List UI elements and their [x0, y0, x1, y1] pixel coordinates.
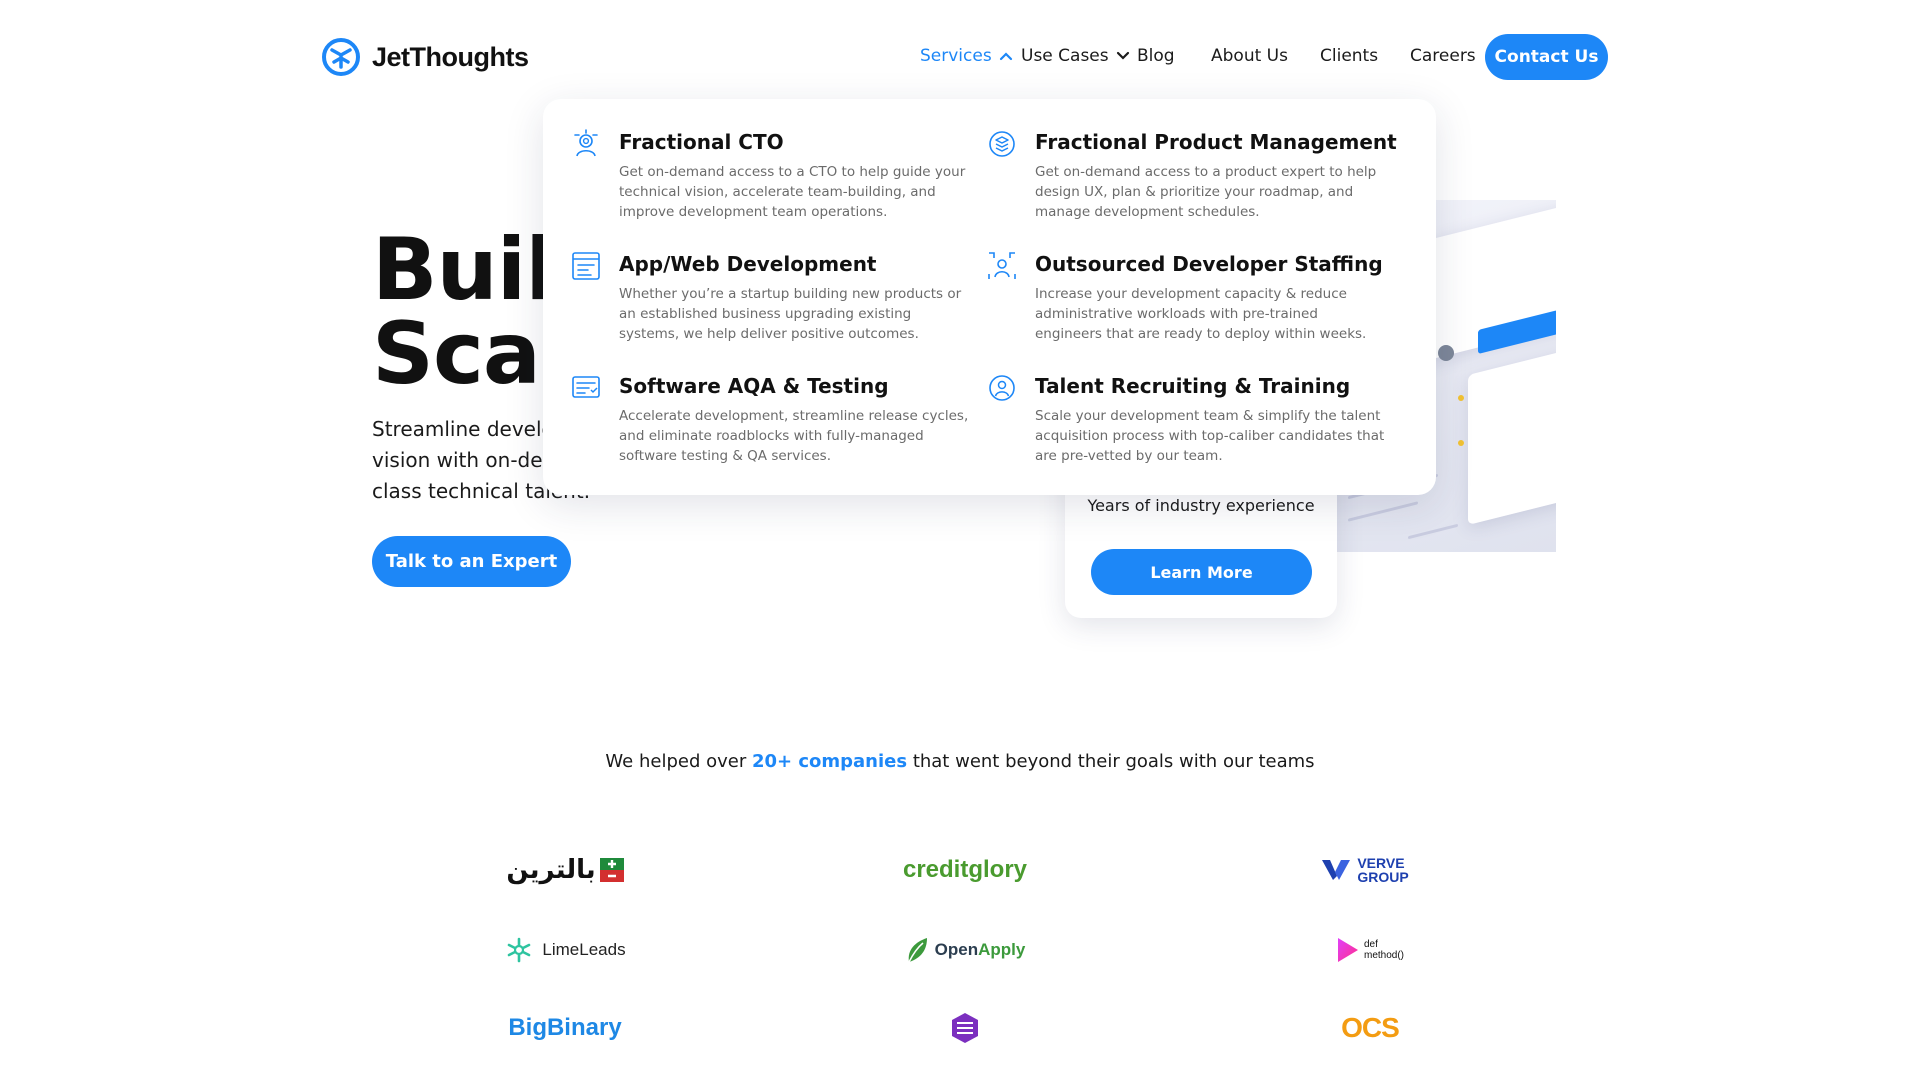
menu-item-title: Talent Recruiting & Training	[1035, 374, 1351, 398]
testing-icon	[572, 376, 600, 398]
limeleads-leaf-icon	[508, 937, 531, 963]
site-header: JetThoughts Services Use Cases Blog Abou…	[0, 0, 1920, 115]
client-logo-ocs: OCS	[1330, 1008, 1410, 1048]
baltarin-wordmark: بالترين	[506, 855, 596, 885]
menu-item-title: Fractional Product Management	[1035, 130, 1397, 154]
mockup-row	[1348, 501, 1418, 522]
nav-clients[interactable]: Clients	[1320, 46, 1378, 66]
ocs-wordmark: OCS	[1341, 1012, 1400, 1043]
verve-v-icon	[1322, 860, 1351, 880]
menu-item-title: Outsourced Developer Staffing	[1035, 252, 1383, 276]
openapply-wordmark: OpenApply	[934, 940, 1026, 959]
openapply-leaf-icon	[907, 938, 927, 963]
nav-services-label: Services	[920, 46, 992, 66]
menu-item-description: Accelerate development, streamline relea…	[619, 408, 969, 464]
client-logo-bigbinary: BigBinary	[500, 1008, 630, 1048]
developer-staffing-icon	[988, 252, 1016, 279]
main-nav: Services Use Cases Blog About Us Clients…	[0, 32, 1920, 80]
verve-wordmark: VERVE GROUP	[1357, 856, 1408, 884]
mockup-status-dot	[1458, 395, 1464, 401]
verve-line-2: GROUP	[1357, 869, 1409, 885]
mockup-detail-card	[1468, 345, 1556, 525]
mockup-status-dot	[1458, 440, 1464, 446]
menu-item-description: Get on-demand access to a CTO to help gu…	[619, 164, 966, 220]
hexagon-logo-icon	[952, 1013, 978, 1043]
def-method-line-1: def	[1363, 939, 1378, 950]
chevron-up-icon	[999, 52, 1012, 61]
client-logo-openapply: OpenApply	[900, 930, 1030, 970]
client-logo-verve-group: VERVE GROUP	[1315, 850, 1415, 890]
client-logo-hexagon-brand	[945, 1008, 985, 1048]
app-web-dev-icon	[572, 252, 600, 280]
mockup-row	[1408, 523, 1458, 540]
cto-icon	[574, 129, 598, 157]
nav-services[interactable]: Services	[920, 46, 1013, 66]
client-logo-limeleads: LimeLeads	[495, 930, 635, 970]
services-dropdown-menu: Fractional CTO Get on-demand access to a…	[543, 99, 1436, 495]
clients-prefix: We helped over	[605, 751, 752, 772]
client-logo-baltarin: بالترين	[500, 850, 630, 890]
talk-to-expert-button[interactable]: Talk to an Expert	[372, 536, 571, 587]
menu-item-description: Increase your development capacity & red…	[1035, 286, 1367, 342]
menu-item-description: Scale your development team & simplify t…	[1035, 408, 1385, 464]
learn-more-button[interactable]: Learn More	[1091, 549, 1312, 595]
creditglory-wordmark: creditglory	[902, 856, 1028, 883]
def-method-play-icon	[1337, 938, 1358, 962]
nav-about-us[interactable]: About Us	[1211, 46, 1288, 66]
def-method-line-2: method()	[1363, 950, 1404, 961]
contact-us-button[interactable]: Contact Us	[1485, 34, 1608, 80]
menu-item-description: Whether you’re a startup building new pr…	[619, 286, 962, 342]
baltarin-plus-minus-icon	[599, 858, 624, 882]
nav-use-cases[interactable]: Use Cases	[1021, 46, 1130, 66]
clients-highlight: 20+ companies	[751, 751, 908, 772]
recruiting-icon	[989, 375, 1015, 401]
client-logo-def-method: def method()	[1325, 930, 1415, 970]
experience-text: Years of industry experience	[1087, 496, 1315, 515]
clients-suffix: that went beyond their goals with our te…	[907, 751, 1315, 772]
product-management-icon	[989, 131, 1015, 157]
verve-line-1: VERVE	[1357, 855, 1405, 871]
def-method-wordmark: def method()	[1364, 939, 1404, 961]
chevron-down-icon	[1116, 51, 1129, 60]
menu-item-title: Fractional CTO	[619, 130, 784, 154]
mockup-avatar	[1438, 345, 1454, 361]
nav-blog[interactable]: Blog	[1137, 46, 1175, 66]
menu-item-title: App/Web Development	[619, 252, 877, 276]
nav-careers[interactable]: Careers	[1410, 46, 1476, 66]
bigbinary-wordmark: BigBinary	[508, 1014, 622, 1041]
nav-use-cases-label: Use Cases	[1021, 46, 1109, 66]
client-logo-creditglory: creditglory	[890, 850, 1040, 890]
clients-statement: We helped over 20+ companies that went b…	[0, 751, 1920, 772]
menu-item-title: Software AQA & Testing	[619, 374, 889, 398]
limeleads-wordmark: LimeLeads	[542, 940, 626, 959]
menu-item-description: Get on-demand access to a product expert…	[1035, 164, 1377, 220]
